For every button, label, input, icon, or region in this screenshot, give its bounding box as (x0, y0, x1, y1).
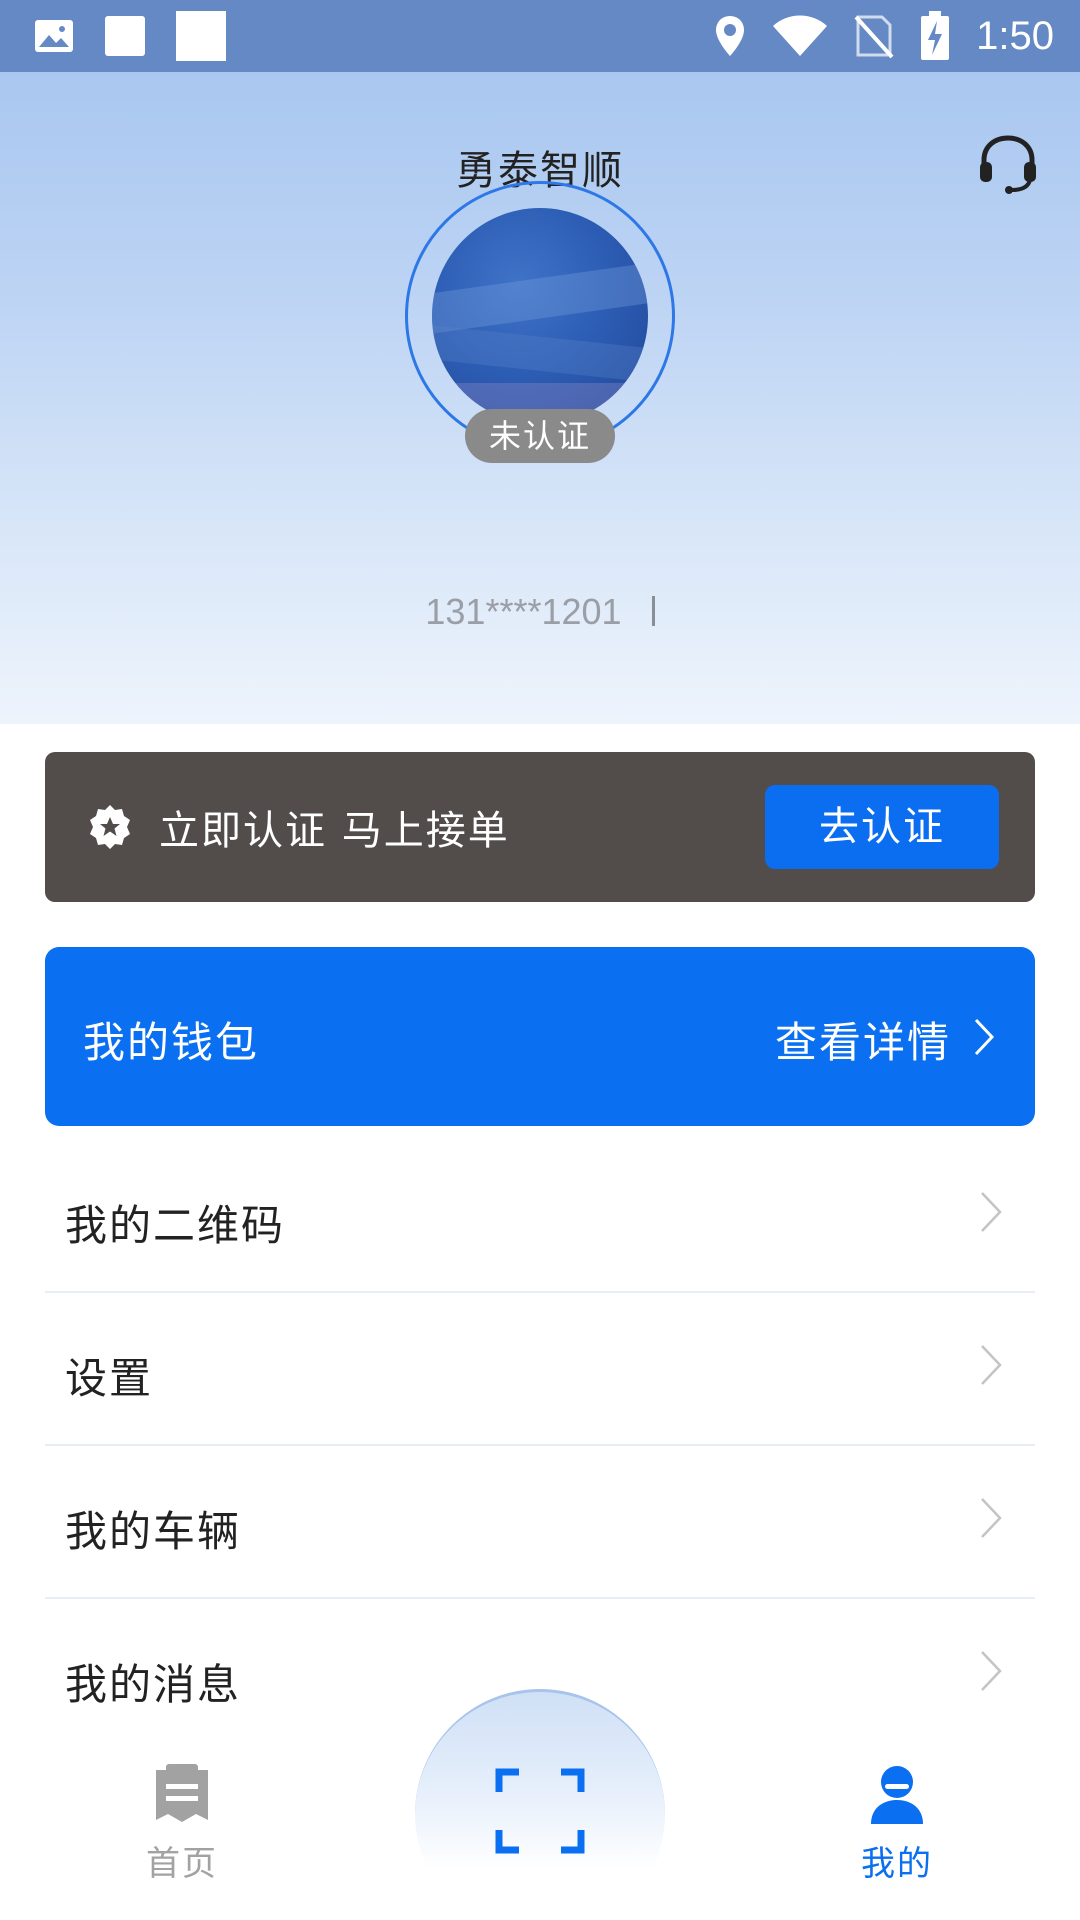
certify-banner-text: 立即认证 马上接单 (159, 808, 510, 854)
nav-home[interactable]: 首页 (82, 1764, 282, 1885)
no-sim-icon (854, 15, 894, 59)
wifi-icon (773, 15, 828, 56)
headset-icon[interactable] (976, 132, 1040, 196)
menu-item-label: 我的车辆 (65, 1507, 242, 1556)
wallet-card[interactable]: 我的钱包 查看详情 (45, 947, 1035, 1126)
chevron-right-icon (981, 1345, 1002, 1385)
square-notification-icon (105, 16, 145, 56)
nav-mine[interactable]: 我的 (797, 1764, 997, 1885)
nav-home-label: 首页 (146, 1844, 218, 1884)
chevron-right-icon (981, 1192, 1002, 1232)
wallet-detail-link[interactable]: 查看详情 (775, 1009, 951, 1070)
badge-icon (90, 805, 130, 849)
menu-item-qrcode[interactable]: 我的二维码 (45, 1140, 1035, 1293)
square-notification-icon (176, 11, 226, 61)
image-notification-icon (35, 20, 73, 52)
certify-button[interactable]: 去认证 (765, 785, 999, 869)
phone-row: 131****1201 (0, 591, 1080, 633)
divider (651, 596, 655, 626)
status-bar: 1:50 (0, 0, 1080, 72)
menu-item-label: 设置 (65, 1354, 154, 1403)
certify-banner: 立即认证 马上接单 去认证 (45, 752, 1035, 902)
cert-status-badge: 未认证 (465, 409, 615, 463)
menu-item-label: 我的消息 (65, 1660, 242, 1709)
phone-number: 131****1201 (425, 591, 622, 632)
profile-screen: 1:50 勇泰智顺 未认证 131****1201 立即认证 马上接单 去认证 … (0, 0, 1080, 1920)
document-icon (156, 1764, 208, 1822)
status-time: 1:50 (976, 13, 1054, 58)
wallet-label: 我的钱包 (83, 1018, 260, 1067)
menu-item-vehicles[interactable]: 我的车辆 (45, 1446, 1035, 1599)
user-icon (871, 1766, 923, 1824)
avatar[interactable] (432, 208, 648, 424)
chevron-right-icon (981, 1651, 1002, 1691)
nav-mine-label: 我的 (861, 1844, 933, 1884)
chevron-right-icon (981, 1498, 1002, 1538)
menu-item-label: 我的二维码 (65, 1201, 286, 1250)
menu-item-settings[interactable]: 设置 (45, 1293, 1035, 1446)
chevron-right-icon (974, 1018, 995, 1056)
scan-icon[interactable] (495, 1766, 585, 1856)
location-icon (716, 16, 745, 56)
battery-charging-icon (921, 11, 950, 60)
